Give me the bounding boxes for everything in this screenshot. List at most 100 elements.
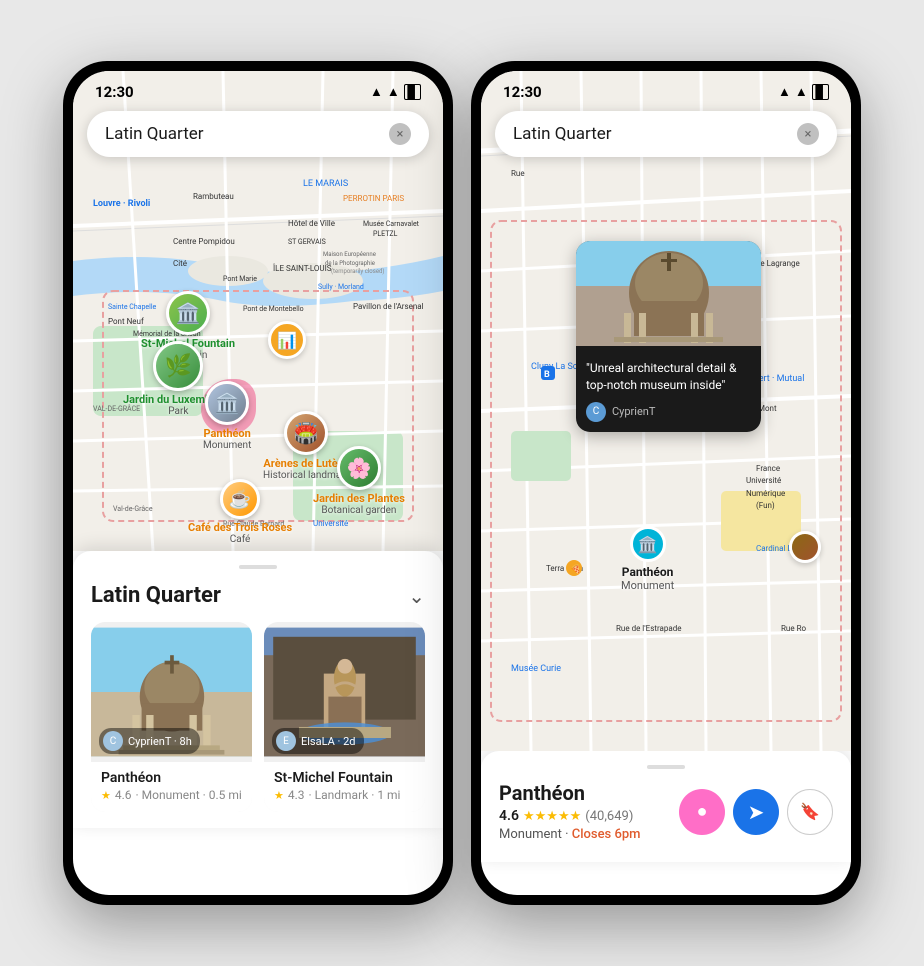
left-sheet-title: Latin Quarter (91, 583, 221, 608)
pantheon-category: · Monument · 0.5 mi (136, 788, 242, 802)
svg-text:ST GERVAIS: ST GERVAIS (288, 238, 326, 246)
svg-text:🍕: 🍕 (570, 563, 581, 575)
right-category: Monument (499, 827, 562, 842)
stmichel-card-info: St-Michel Fountain ★ 4.3 · Landmark · 1 … (264, 762, 425, 812)
pantheon-card-info: Panthéon ★ 4.6 · Monument · 0.5 mi (91, 762, 252, 812)
svg-text:de la Photographie: de la Photographie (325, 260, 375, 267)
tooltip-user: C CyprienT (586, 402, 751, 422)
right-closes: Closes 6pm (572, 827, 641, 842)
battery-icon: ▊ (404, 84, 421, 100)
right-info-actions: ● ➤ 🔖 (679, 789, 833, 835)
svg-text:Université: Université (746, 476, 781, 485)
svg-text:Musée Curie: Musée Curie (511, 664, 561, 674)
svg-text:Pont Neuf: Pont Neuf (108, 317, 144, 326)
map-tooltip[interactable]: "Unreal architectural detail & top-notch… (576, 241, 761, 432)
phones-container: Louvre · Rivoli Rambuteau LE MARAIS PERR… (43, 41, 881, 925)
right-map-area: Rue de la Huchette Rue Square André Lefè… (481, 71, 851, 751)
left-pantheon-marker-name: Panthéon (204, 427, 251, 440)
chevron-down-icon[interactable]: ⌄ (408, 584, 425, 608)
fun-marker[interactable] (789, 531, 821, 563)
right-phone: Rue de la Huchette Rue Square André Lefè… (471, 61, 861, 905)
svg-text:Val-de-Grâce: Val-de-Grâce (113, 505, 153, 513)
pink-action-button[interactable]: ● (679, 789, 725, 835)
left-map-area: Louvre · Rivoli Rambuteau LE MARAIS PERR… (73, 71, 443, 551)
pantheon-rating: 4.6 (115, 788, 132, 802)
svg-text:(temporarily closed): (temporarily closed) (331, 268, 384, 275)
right-rating-num: 4.6 (499, 808, 519, 824)
right-pantheon-dot: 🏛️ (630, 526, 666, 562)
right-status-icons: ▲ ▲ ▊ (778, 84, 829, 100)
svg-text:LE MARAIS: LE MARAIS (303, 179, 348, 189)
left-search-bar[interactable]: Latin Quarter × (87, 111, 429, 157)
tooltip-username: CyprienT (612, 405, 655, 418)
right-search-bar[interactable]: Latin Quarter × (495, 111, 837, 157)
right-status-time: 12:30 (503, 83, 542, 101)
stmichel-rating: 4.3 (288, 788, 305, 802)
tooltip-avatar: C (586, 402, 606, 422)
stmichel-card-image: E ElsaLA · 2d (264, 622, 425, 762)
svg-text:Rue: Rue (511, 169, 525, 178)
svg-text:Cité: Cité (173, 259, 187, 268)
left-pantheon-marker[interactable]: 🏛️ Panthéon Monument (203, 381, 251, 451)
svg-text:Pont Marie: Pont Marie (223, 275, 257, 283)
pantheon-card-name: Panthéon (101, 770, 242, 786)
right-pantheon-label: Panthéon Monument (621, 565, 674, 592)
bookmark-button[interactable]: 🔖 (787, 789, 833, 835)
left-pantheon-marker-type: Monument (203, 440, 251, 451)
right-rating-count: (40,649) (585, 809, 633, 824)
right-info-handle (647, 765, 685, 769)
right-pantheon-type: Monument (621, 579, 674, 592)
jardin-marker-type: Botanical garden (321, 505, 396, 516)
right-close-icon: × (805, 127, 812, 142)
svg-text:Numérique: Numérique (746, 489, 785, 498)
stmichel-category: · Landmark · 1 mi (309, 788, 401, 802)
right-info-left: Panthéon 4.6 ★★★★★ (40,649) Monument · C… (499, 781, 640, 842)
signal-icon: ▲ (387, 84, 400, 100)
right-stars: ★★★★★ (523, 809, 581, 824)
directions-icon: ➤ (748, 800, 765, 824)
svg-text:B: B (544, 370, 550, 380)
right-info-sub: Monument · Closes 6pm (499, 827, 640, 842)
left-sheet-handle (239, 565, 277, 569)
right-pantheon-marker[interactable]: 🏛️ Panthéon Monument (621, 526, 674, 592)
tooltip-text-area: "Unreal architectural detail & top-notch… (576, 350, 761, 432)
svg-text:Rue de l'Estrapade: Rue de l'Estrapade (616, 624, 681, 633)
wifi-icon: ▲ (370, 84, 383, 100)
svg-text:PLETZL: PLETZL (373, 230, 398, 238)
right-info-header: Panthéon 4.6 ★★★★★ (40,649) Monument · C… (499, 781, 833, 842)
svg-text:PERROTIN PARIS: PERROTIN PARIS (343, 194, 404, 203)
jardin-marker[interactable]: 🌸 Jardin des Plantes Botanical garden (313, 446, 405, 516)
pantheon-card[interactable]: C CyprienT · 8h Panthéon ★ 4.6 · Monumen… (91, 622, 252, 812)
luxembourg-marker-type: Park (168, 406, 188, 417)
cafe-marker-type: Café (230, 534, 251, 545)
left-phone: Louvre · Rivoli Rambuteau LE MARAIS PERR… (63, 61, 453, 905)
jardin-marker-name: Jardin des Plantes (313, 492, 405, 505)
orange-dot-marker[interactable]: 📊 (268, 321, 306, 359)
right-pantheon-name: Panthéon (621, 565, 674, 579)
right-close-button[interactable]: × (797, 123, 819, 145)
svg-text:Rambuteau: Rambuteau (193, 192, 234, 201)
cyprien-avatar: C (103, 731, 123, 751)
bookmark-icon: 🔖 (800, 802, 820, 821)
dot-separator: · (565, 827, 572, 842)
svg-text:Louvre · Rivoli: Louvre · Rivoli (93, 199, 150, 209)
svg-text:Université: Université (313, 519, 348, 528)
left-bottom-sheet: Latin Quarter ⌄ (73, 551, 443, 828)
svg-text:France: France (756, 464, 780, 473)
stmichel-card[interactable]: E ElsaLA · 2d St-Michel Fountain ★ 4.3 ·… (264, 622, 425, 812)
left-status-bar: 12:30 ▲ ▲ ▊ (73, 71, 443, 107)
svg-text:Hôtel de Ville: Hôtel de Ville (288, 219, 335, 228)
svg-text:Pont de Montebello: Pont de Montebello (243, 305, 304, 313)
svg-text:Sully · Morland: Sully · Morland (318, 283, 364, 291)
left-close-button[interactable]: × (389, 123, 411, 145)
cafe-marker[interactable]: ☕ Café des Trois Roses Café (188, 479, 292, 545)
stmichel-card-meta: ★ 4.3 · Landmark · 1 mi (274, 788, 415, 802)
close-icon: × (397, 127, 404, 142)
right-info-name: Panthéon (499, 781, 640, 805)
left-sheet-header: Latin Quarter ⌄ (91, 583, 425, 608)
svg-text:Pavillon de l'Arsenal: Pavillon de l'Arsenal (353, 302, 424, 311)
elsa-name: ElsaLA · 2d (301, 735, 356, 748)
cyprien-name: CyprienT · 8h (128, 735, 192, 748)
directions-button[interactable]: ➤ (733, 789, 779, 835)
pink-action-icon: ● (697, 801, 708, 822)
